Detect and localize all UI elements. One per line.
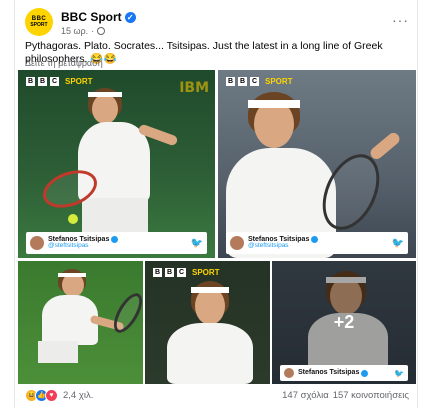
- logo-letter: B: [153, 268, 162, 277]
- comments-count[interactable]: 147 σχόλια: [282, 390, 329, 401]
- player-shirt: [167, 323, 253, 384]
- verified-icon: [361, 369, 369, 377]
- engagement-counts: 147 σχόλια 157 κοινοποιήσεις: [282, 390, 409, 401]
- photo-4[interactable]: B B C SPORT: [145, 261, 270, 384]
- verified-icon: [311, 236, 319, 244]
- love-reaction-icon: ♥: [45, 388, 58, 402]
- logo-letter: C: [50, 77, 59, 86]
- bbc-sport-logo: B B C SPORT: [26, 77, 93, 86]
- player-arm: [368, 130, 402, 162]
- shares-count[interactable]: 157 κοινοποιήσεις: [333, 390, 409, 401]
- logo-letter: B: [238, 77, 247, 86]
- sponsor-logo: IBM: [179, 80, 209, 96]
- bbc-sport-logo: B B C SPORT: [226, 77, 293, 86]
- player-shorts: [38, 341, 78, 363]
- photo-gallery: B B C SPORT IBM Stefanos Tsitsipas @stef…: [18, 70, 416, 384]
- twitter-bird-icon: 🐦: [394, 368, 404, 378]
- tweet-tag: Stefanos Tsitsipas @steftsitsipas 🐦: [226, 232, 408, 254]
- logo-letter: C: [177, 268, 186, 277]
- logo-letter: B: [26, 77, 35, 86]
- tweet-tag: Stefanos Tsitsipas @steftsitsipas 🐦: [26, 232, 207, 254]
- tennis-racket: [108, 288, 143, 338]
- logo-letter: B: [38, 77, 47, 86]
- post-header: BBC SPORT BBC Sport ✓ 15 ωρ. · ···: [25, 8, 409, 38]
- tweet-tag: Stefanos Tsitsipas 🐦: [280, 365, 408, 381]
- photo-2[interactable]: B B C SPORT Stefanos Tsitsipas @steftsit…: [218, 70, 416, 258]
- photo-5[interactable]: +2 Stefanos Tsitsipas 🐦: [272, 261, 416, 384]
- tag-handle: @steftsitsipas: [48, 242, 89, 250]
- player-headband: [58, 273, 86, 277]
- post-meta: 15 ωρ. ·: [61, 26, 106, 36]
- more-options-icon[interactable]: ···: [392, 12, 409, 28]
- tag-handle: @steftsitsipas: [248, 242, 289, 250]
- post-time[interactable]: 15 ωρ.: [61, 26, 88, 36]
- bbc-sport-logo: B B C SPORT: [153, 268, 220, 277]
- reactions-count[interactable]: 2,4 χιλ.: [63, 390, 93, 401]
- photo-1[interactable]: B B C SPORT IBM Stefanos Tsitsipas @stef…: [18, 70, 215, 258]
- logo-sport-text: SPORT: [192, 268, 220, 277]
- logo-letter: B: [226, 77, 235, 86]
- player-shorts: [82, 198, 148, 234]
- player-head: [92, 94, 118, 124]
- post-footer: 😆 👍 ♥ 2,4 χιλ. 147 σχόλια 157 κοινοποιήσ…: [25, 388, 409, 402]
- page-name[interactable]: BBC Sport ✓: [61, 10, 136, 24]
- post-card: BBC SPORT BBC Sport ✓ 15 ωρ. · ··· Pytha…: [14, 0, 418, 408]
- page-name-text[interactable]: BBC Sport: [61, 10, 122, 24]
- twitter-bird-icon: 🐦: [391, 237, 404, 249]
- avatar-sport-text: SPORT: [30, 22, 48, 28]
- tennis-ball: [68, 214, 78, 224]
- verified-icon: [111, 236, 119, 244]
- player-headband: [191, 287, 229, 293]
- tag-avatar: [30, 236, 44, 250]
- logo-sport-text: SPORT: [65, 77, 93, 86]
- player-headband: [248, 100, 300, 108]
- photo-3[interactable]: [18, 261, 143, 384]
- see-translation-link[interactable]: Δείτε τη μετάφραση: [25, 58, 103, 68]
- logo-letter: B: [165, 268, 174, 277]
- globe-icon: [97, 27, 106, 35]
- meta-separator: ·: [91, 26, 95, 36]
- page-avatar[interactable]: BBC SPORT: [25, 8, 53, 36]
- player-headband: [88, 92, 122, 97]
- verified-badge-icon: ✓: [124, 11, 136, 23]
- tag-name: Stefanos Tsitsipas: [298, 369, 360, 377]
- logo-sport-text: SPORT: [265, 77, 293, 86]
- tag-avatar: [284, 368, 294, 378]
- tag-avatar: [230, 236, 244, 250]
- logo-letter: C: [250, 77, 259, 86]
- reactions-summary[interactable]: 😆 👍 ♥ 2,4 χιλ.: [25, 388, 93, 402]
- twitter-bird-icon: 🐦: [190, 237, 203, 249]
